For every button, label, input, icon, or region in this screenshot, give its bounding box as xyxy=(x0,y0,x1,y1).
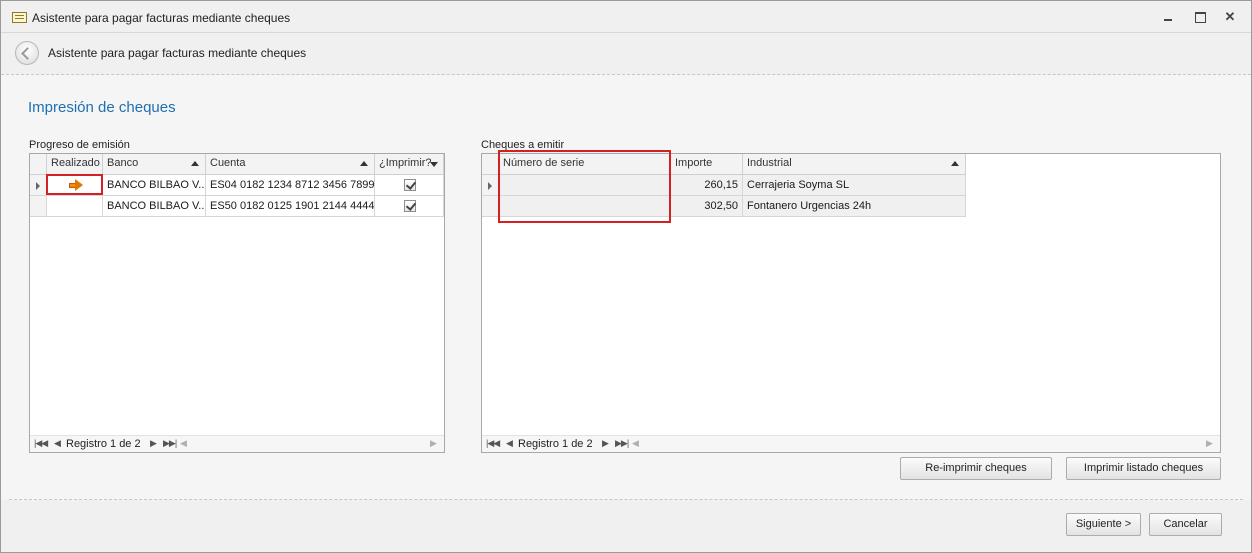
prev-record-icon[interactable]: ◀ xyxy=(506,438,513,449)
progress-grid: Realizado Banco Cuenta ¿Imprimir? BANCO … xyxy=(29,153,445,453)
cell-imprimir xyxy=(375,175,444,196)
column-header-cuenta-label: Cuenta xyxy=(210,157,246,169)
column-header-cuenta[interactable]: Cuenta xyxy=(206,154,375,174)
current-row-icon xyxy=(36,182,40,190)
next-record-icon[interactable]: ▶ xyxy=(602,438,609,449)
window-title: Asistente para pagar facturas mediante c… xyxy=(32,11,291,25)
record-navigator: |◀◀ ◀ Registro 1 de 2 ▶ ▶▶| ◀ ▶ xyxy=(482,435,1220,452)
cell-importe: 260,15 xyxy=(671,175,743,196)
print-list-button[interactable]: Imprimir listado cheques xyxy=(1066,457,1221,480)
filter-dropdown-icon xyxy=(430,162,438,167)
column-header-importe[interactable]: Importe xyxy=(671,154,743,174)
cell-industrial: Cerrajeria Soyma SL xyxy=(743,175,966,196)
column-header-banco-label: Banco xyxy=(107,157,139,169)
highlight-box xyxy=(498,150,671,223)
column-header-industrial-label: Industrial xyxy=(747,157,792,169)
first-record-icon[interactable]: |◀◀ xyxy=(34,438,48,449)
sort-ascending-icon xyxy=(951,161,959,166)
reprint-cheques-button[interactable]: Re-imprimir cheques xyxy=(900,457,1052,480)
cell-banco: BANCO BILBAO V... xyxy=(103,175,206,196)
row-indicator xyxy=(482,196,499,217)
next-record-icon[interactable]: ▶ xyxy=(150,438,157,449)
column-header-industrial[interactable]: Industrial xyxy=(743,154,966,174)
progress-label: Progreso de emisión xyxy=(29,139,130,151)
current-row-icon xyxy=(488,182,492,190)
cell-importe: 302,50 xyxy=(671,196,743,217)
wizard-footer xyxy=(1,500,1251,552)
row-indicator xyxy=(482,175,499,196)
record-navigator: |◀◀ ◀ Registro 1 de 2 ▶ ▶▶| ◀ ▶ xyxy=(30,435,444,452)
prev-record-icon[interactable]: ◀ xyxy=(54,438,61,449)
cell-imprimir xyxy=(375,196,444,217)
imprimir-checkbox[interactable] xyxy=(404,179,416,191)
column-header-imprimir[interactable]: ¿Imprimir? xyxy=(375,154,444,174)
scroll-left-icon[interactable]: ◀ xyxy=(180,438,187,449)
column-header-imprimir-label: ¿Imprimir? xyxy=(379,157,432,169)
title-bar: Asistente para pagar facturas mediante c… xyxy=(1,1,1251,33)
row-indicator-header xyxy=(30,154,47,174)
imprimir-checkbox[interactable] xyxy=(404,200,416,212)
wizard-header: Asistente para pagar facturas mediante c… xyxy=(1,33,1251,75)
sort-ascending-icon xyxy=(191,161,199,166)
maximize-icon[interactable] xyxy=(1193,10,1207,24)
progress-grid-header: Realizado Banco Cuenta ¿Imprimir? xyxy=(30,154,444,175)
wizard-window: Asistente para pagar facturas mediante c… xyxy=(0,0,1252,553)
row-indicator xyxy=(30,196,47,217)
next-button[interactable]: Siguiente > xyxy=(1066,513,1141,536)
last-record-icon[interactable]: ▶▶| xyxy=(615,438,629,449)
scroll-right-icon[interactable]: ▶ xyxy=(430,438,437,449)
minimize-icon[interactable] xyxy=(1161,10,1175,24)
page-title: Impresión de cheques xyxy=(28,99,176,116)
column-header-banco[interactable]: Banco xyxy=(103,154,206,174)
scroll-right-icon[interactable]: ▶ xyxy=(1206,438,1213,449)
back-arrow-icon[interactable] xyxy=(15,41,39,65)
scroll-left-icon[interactable]: ◀ xyxy=(632,438,639,449)
record-position: Registro 1 de 2 xyxy=(518,438,593,450)
first-record-icon[interactable]: |◀◀ xyxy=(486,438,500,449)
column-header-importe-label: Importe xyxy=(675,157,713,169)
cell-realizado xyxy=(47,196,103,217)
cell-cuenta: ES50 0182 0125 1901 2144 4444 xyxy=(206,196,375,217)
column-header-realizado-label: Realizado xyxy=(51,157,100,169)
cell-industrial: Fontanero Urgencias 24h xyxy=(743,196,966,217)
last-record-icon[interactable]: ▶▶| xyxy=(163,438,177,449)
cancel-button[interactable]: Cancelar xyxy=(1149,513,1222,536)
app-icon xyxy=(12,12,27,23)
cell-banco: BANCO BILBAO V... xyxy=(103,196,206,217)
record-position: Registro 1 de 2 xyxy=(66,438,141,450)
close-icon[interactable]: ✕ xyxy=(1223,10,1237,24)
row-indicator xyxy=(30,175,47,196)
highlight-box xyxy=(46,174,103,195)
row-indicator-header xyxy=(482,154,499,174)
sort-ascending-icon xyxy=(360,161,368,166)
column-header-realizado[interactable]: Realizado xyxy=(47,154,103,174)
wizard-header-title: Asistente para pagar facturas mediante c… xyxy=(48,46,307,60)
cell-cuenta: ES04 0182 1234 8712 3456 7899 xyxy=(206,175,375,196)
